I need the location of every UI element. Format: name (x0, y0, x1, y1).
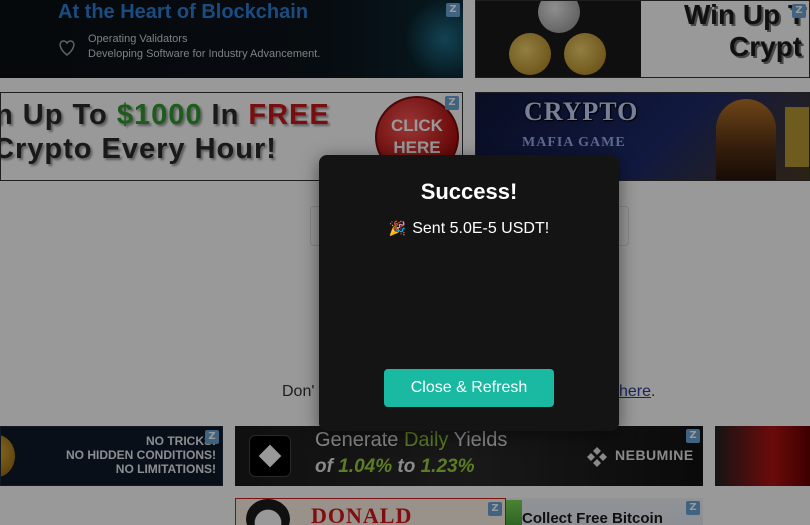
close-refresh-button[interactable]: Close & Refresh (384, 369, 554, 407)
modal-message: 🎉 Sent 5.0E-5 USDT! (319, 220, 619, 238)
party-popper-icon: 🎉 (388, 221, 407, 237)
modal-message-text: Sent 5.0E-5 USDT! (412, 220, 550, 237)
modal-title: Success! (420, 179, 518, 204)
success-modal: Success! 🎉 Sent 5.0E-5 USDT! Close & Refr… (319, 155, 619, 431)
